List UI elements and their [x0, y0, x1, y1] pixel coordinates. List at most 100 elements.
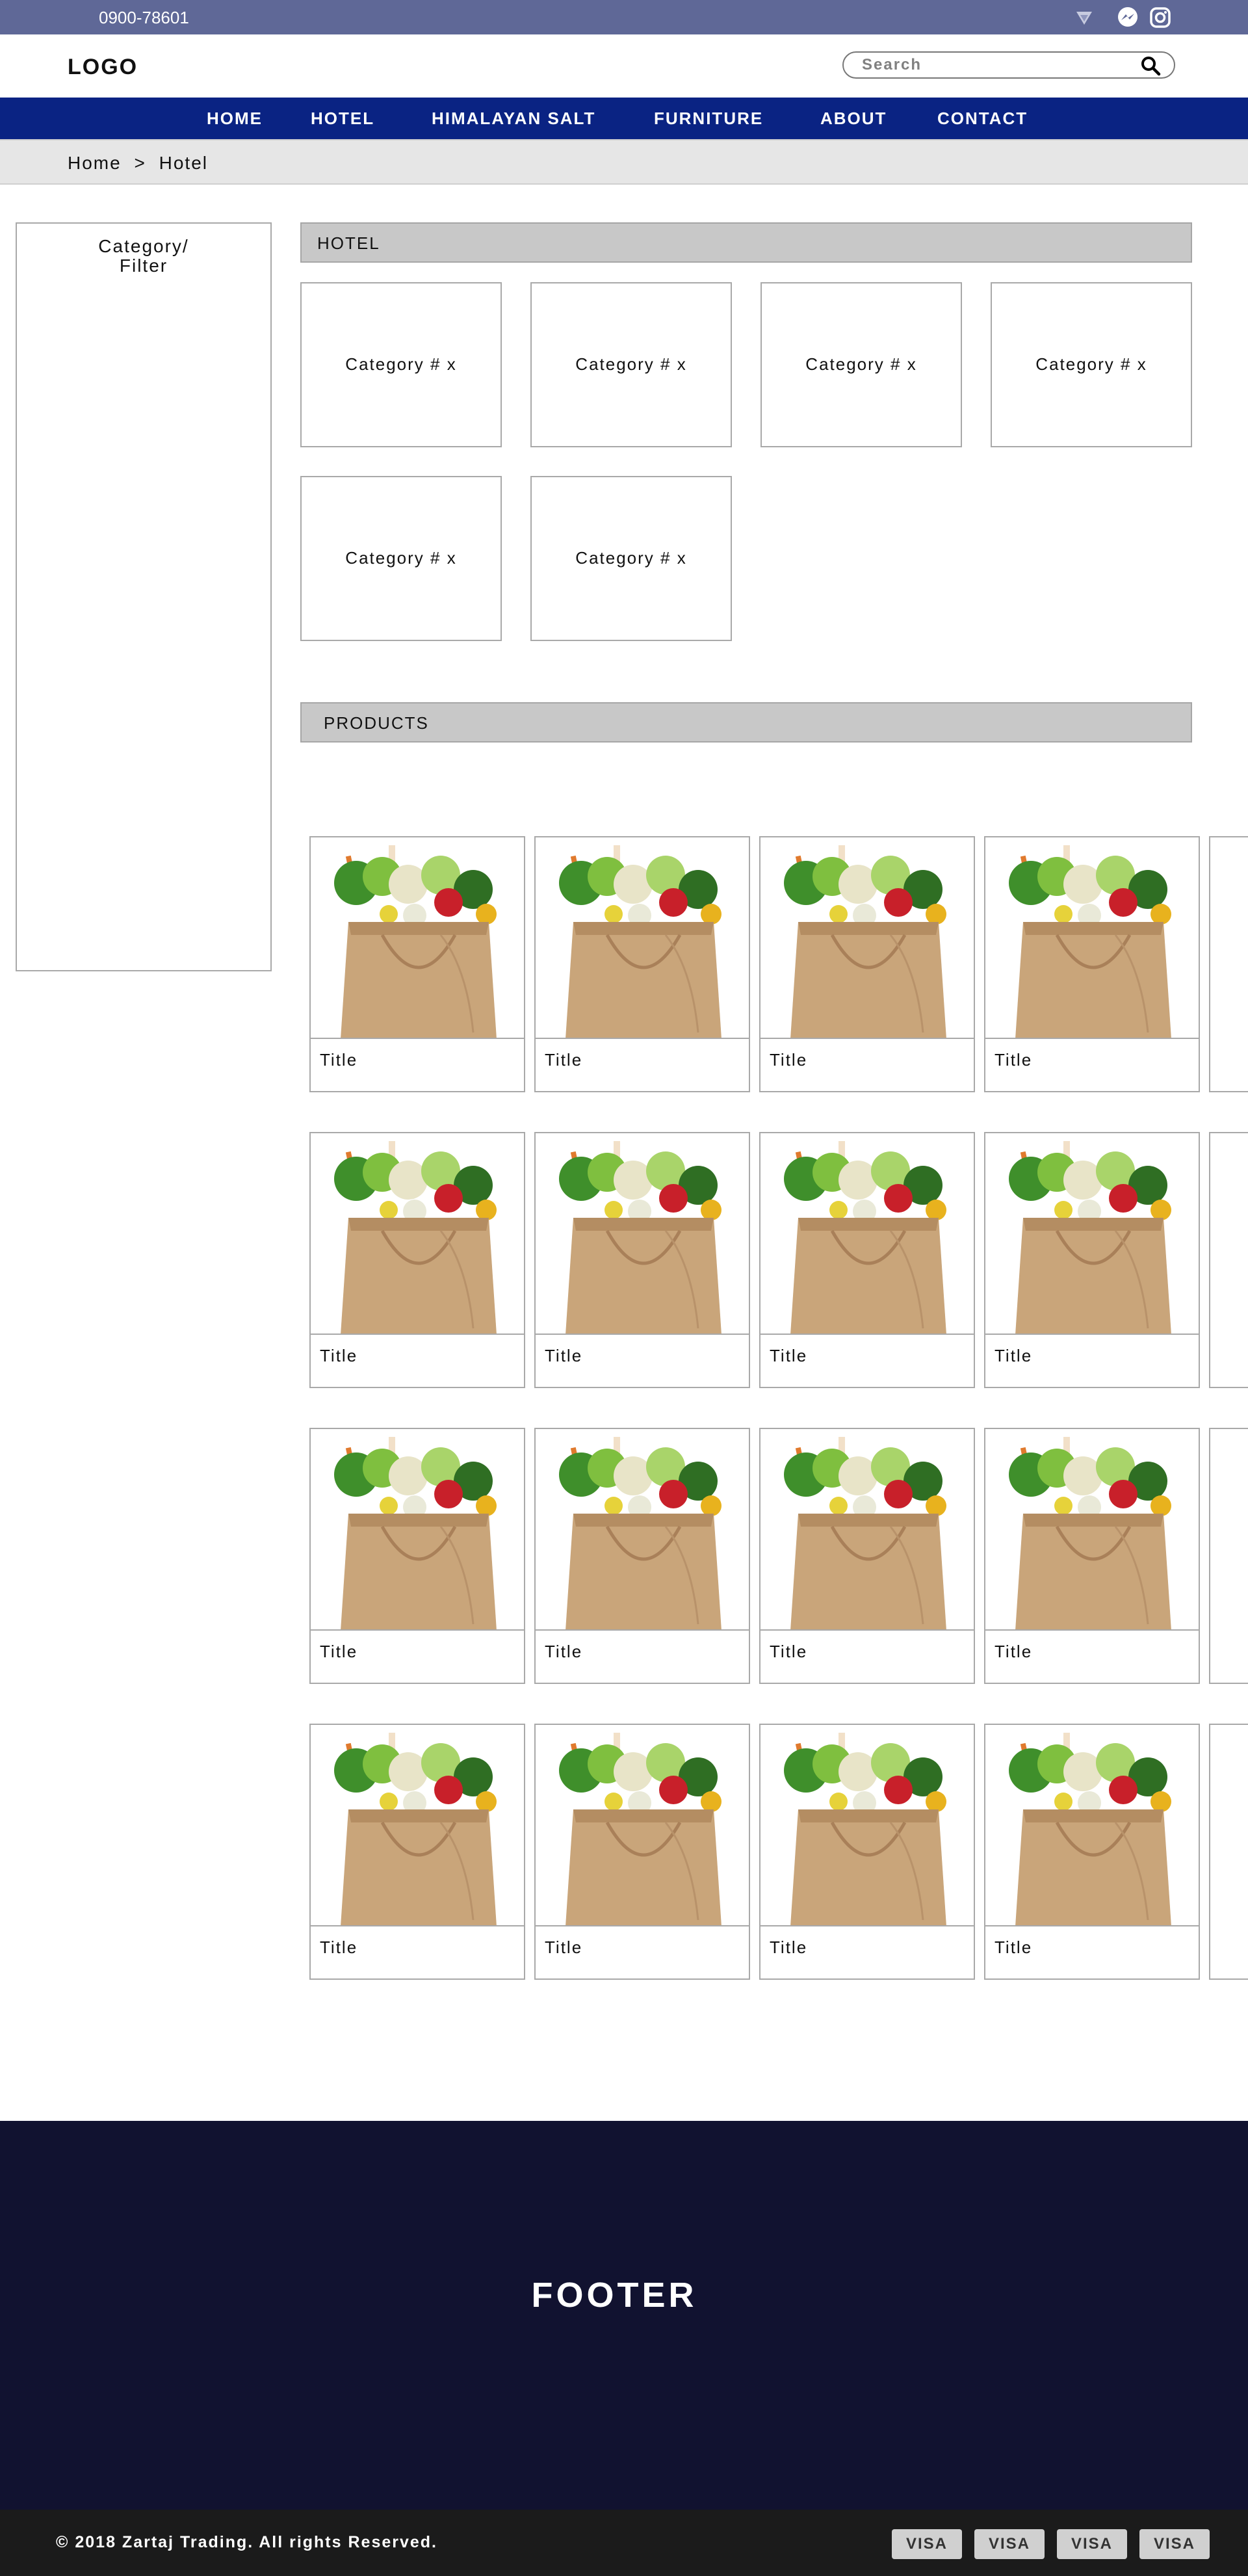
grocery-bag-image [985, 1429, 1199, 1631]
category-label: Category # x [345, 354, 457, 374]
grocery-bag-image [536, 1429, 749, 1631]
category-label: Category # x [575, 548, 687, 568]
product-card[interactable]: Title [984, 1132, 1200, 1388]
category-label: Category # x [1035, 354, 1147, 374]
product-card[interactable]: Title [984, 1724, 1200, 1980]
signal-icon[interactable] [1072, 6, 1096, 29]
footer: FOOTER [0, 2121, 1248, 2510]
logo[interactable]: LOGO [68, 54, 138, 80]
product-card[interactable]: Title [309, 1724, 525, 1980]
category-tile[interactable]: Category # x [300, 476, 502, 641]
breadcrumb-separator: > [134, 153, 146, 173]
category-label: Category # x [575, 354, 687, 374]
section-title: PRODUCTS [324, 713, 429, 733]
category-label: Category # x [345, 548, 457, 568]
product-card[interactable]: Title [534, 1724, 750, 1980]
product-title: Title [545, 1346, 583, 1365]
grocery-bag-image [536, 837, 749, 1039]
copyright-text: © 2018 Zartaj Trading. All rights Reserv… [56, 2533, 438, 2551]
hotel-section-header: HOTEL [300, 222, 1192, 263]
visa-badge: VISA [1057, 2529, 1127, 2559]
grocery-bag-image [311, 1429, 524, 1631]
product-card[interactable]: Title [534, 1132, 750, 1388]
product-title: Title [770, 1346, 808, 1365]
nav-about[interactable]: ABOUT [820, 108, 887, 129]
search-icon[interactable] [1140, 55, 1161, 76]
product-card[interactable]: Title [759, 1724, 975, 1980]
category-label: Category # x [805, 354, 917, 374]
grocery-bag-image [985, 1133, 1199, 1335]
category-tile[interactable]: Category # x [530, 476, 732, 641]
grocery-bag-image [311, 1725, 524, 1926]
grocery-bag-image [760, 1725, 974, 1926]
products-section-header: PRODUCTS [300, 702, 1192, 743]
product-title: Title [994, 1050, 1033, 1070]
visa-badge: VISA [974, 2529, 1045, 2559]
visa-badge: VISA [1139, 2529, 1210, 2559]
category-tile[interactable]: Category # x [300, 282, 502, 447]
breadcrumb-home[interactable]: Home [68, 153, 122, 173]
messenger-icon[interactable] [1116, 6, 1139, 29]
sidebar-title: Category/ Filter [17, 237, 270, 276]
grocery-bag-image [536, 1725, 749, 1926]
product-card[interactable] [1209, 1428, 1248, 1684]
footer-label: FOOTER [531, 2276, 697, 2315]
product-card[interactable] [1209, 1724, 1248, 1980]
product-grid: Title Title Title Title Title Title Title Title… [309, 836, 1248, 1982]
category-filter-sidebar: Category/ Filter [16, 222, 272, 971]
product-title: Title [545, 1642, 583, 1661]
product-card[interactable]: Title [309, 836, 525, 1092]
product-card[interactable]: Title [534, 836, 750, 1092]
product-card[interactable]: Title [759, 836, 975, 1092]
breadcrumb-hotel[interactable]: Hotel [159, 153, 208, 173]
product-title: Title [320, 1050, 358, 1070]
phone-number: 0900-78601 [99, 8, 189, 27]
nav-contact[interactable]: CONTACT [937, 108, 1028, 129]
grocery-bag-image [311, 837, 524, 1039]
nav-furniture[interactable]: FURNITURE [654, 108, 763, 129]
search-box [842, 51, 1175, 79]
breadcrumb: Home > Hotel [68, 152, 208, 174]
grocery-bag-image [760, 837, 974, 1039]
instagram-icon[interactable] [1149, 6, 1172, 29]
breadcrumb-bar: Home > Hotel [0, 139, 1248, 185]
product-card[interactable] [1209, 836, 1248, 1092]
product-title: Title [770, 1642, 808, 1661]
category-tile[interactable]: Category # x [530, 282, 732, 447]
product-card[interactable] [1209, 1132, 1248, 1388]
product-title: Title [545, 1050, 583, 1070]
product-title: Title [994, 1938, 1033, 1957]
grocery-bag-image [536, 1133, 749, 1335]
nav-hotel[interactable]: HOTEL [311, 108, 374, 129]
grocery-bag-image [311, 1133, 524, 1335]
footer-bottom-bar: © 2018 Zartaj Trading. All rights Reserv… [0, 2510, 1248, 2576]
sidebar-title-line: Filter [119, 256, 168, 276]
product-title: Title [545, 1938, 583, 1957]
product-card[interactable]: Title [984, 836, 1200, 1092]
grocery-bag-image [760, 1133, 974, 1335]
product-card[interactable]: Title [534, 1428, 750, 1684]
section-title: HOTEL [317, 233, 380, 253]
product-card[interactable]: Title [309, 1428, 525, 1684]
search-input[interactable] [862, 55, 1122, 75]
nav-home[interactable]: HOME [207, 108, 263, 129]
product-title: Title [770, 1050, 808, 1070]
product-title: Title [994, 1346, 1033, 1365]
nav-himalayan-salt[interactable]: HIMALAYAN SALT [432, 108, 595, 129]
product-card[interactable]: Title [309, 1132, 525, 1388]
product-card[interactable]: Title [984, 1428, 1200, 1684]
header: LOGO [0, 34, 1248, 98]
main-nav: HOME HOTEL HIMALAYAN SALT FURNITURE ABOU… [0, 98, 1248, 139]
product-title: Title [320, 1642, 358, 1661]
product-title: Title [770, 1938, 808, 1957]
product-card[interactable]: Title [759, 1428, 975, 1684]
product-title: Title [320, 1346, 358, 1365]
product-card[interactable]: Title [759, 1132, 975, 1388]
product-title: Title [320, 1938, 358, 1957]
visa-badge: VISA [892, 2529, 962, 2559]
category-tile[interactable]: Category # x [760, 282, 962, 447]
sidebar-title-line: Category/ [98, 236, 189, 256]
category-tile[interactable]: Category # x [991, 282, 1192, 447]
grocery-bag-image [985, 837, 1199, 1039]
grocery-bag-image [760, 1429, 974, 1631]
